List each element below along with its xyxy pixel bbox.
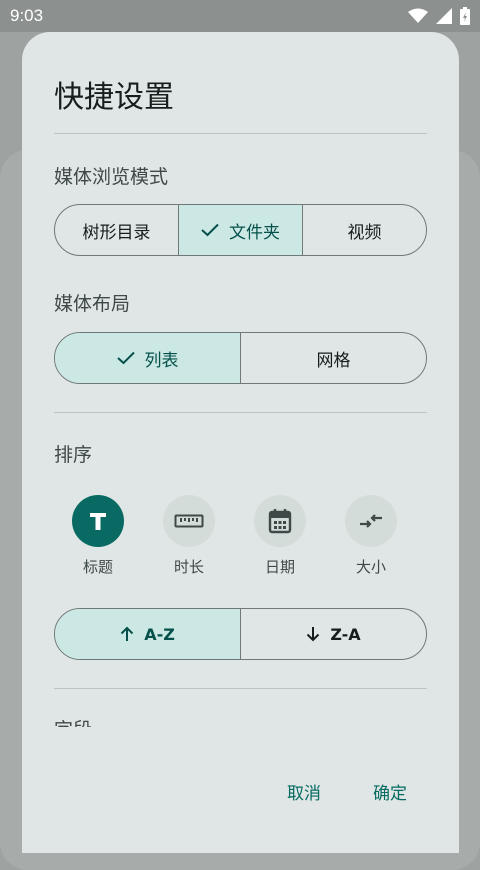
- option-label: 网格: [316, 350, 351, 371]
- cancel-button[interactable]: 取消: [287, 779, 321, 804]
- sort-field-label: 日期: [264, 558, 295, 576]
- confirm-button[interactable]: 确定: [373, 779, 407, 804]
- divider: [54, 688, 427, 689]
- layout-segmented: 列表 网格: [54, 332, 427, 384]
- title-icon: [90, 513, 106, 530]
- sort-size-option[interactable]: 大小: [331, 495, 411, 577]
- status-icons: [408, 7, 470, 25]
- battery-icon: [460, 7, 470, 25]
- option-label: Z-A: [330, 624, 361, 644]
- sort-title-option[interactable]: 标题: [58, 495, 138, 577]
- option-label: 文件夹: [229, 222, 280, 243]
- quick-settings-dialog: 快捷设置 媒体浏览模式 树形目录 文件夹 视频 媒体布局 列表 网格 排序 标题: [22, 32, 459, 853]
- browse-mode-tree-option[interactable]: 树形目录: [55, 205, 179, 255]
- layout-list-option[interactable]: 列表: [55, 333, 241, 383]
- sort-ascending-option[interactable]: A-Z: [55, 609, 241, 659]
- check-icon: [201, 223, 219, 237]
- option-label: 视频: [347, 222, 382, 243]
- browse-mode-video-option[interactable]: 视频: [303, 205, 426, 255]
- status-bar: 9:03: [0, 0, 480, 32]
- layout-label: 媒体布局: [54, 293, 131, 315]
- sort-descending-option[interactable]: Z-A: [241, 609, 426, 659]
- wifi-icon: [408, 8, 428, 23]
- calendar-icon: [268, 509, 292, 534]
- dialog-title: 快捷设置: [54, 80, 174, 115]
- sort-date-option[interactable]: 日期: [240, 495, 320, 577]
- option-label: 列表: [144, 350, 179, 371]
- browse-mode-folder-option[interactable]: 文件夹: [179, 205, 303, 255]
- sort-title-circle: [72, 495, 124, 547]
- arrow-up-icon: [120, 626, 134, 641]
- sort-duration-circle: [163, 495, 215, 547]
- option-label: A-Z: [144, 624, 175, 644]
- browse-mode-label: 媒体浏览模式: [54, 166, 169, 188]
- sort-field-label: 时长: [173, 558, 204, 576]
- arrow-down-icon: [307, 627, 320, 642]
- signal-icon: [436, 8, 452, 24]
- sort-field-label: 大小: [355, 558, 386, 576]
- sort-direction-segmented: A-Z Z-A: [54, 608, 427, 660]
- sort-size-circle: [345, 495, 397, 547]
- option-label: 树形目录: [82, 222, 151, 243]
- divider: [54, 133, 427, 134]
- check-icon: [116, 351, 135, 365]
- divider: [54, 412, 427, 413]
- ruler-icon: [174, 514, 204, 528]
- layout-grid-option[interactable]: 网格: [241, 333, 426, 383]
- fields-section-label: 字段: [54, 715, 92, 727]
- dialog-actions: 取消 确定: [287, 779, 407, 804]
- size-compare-icon: [360, 514, 382, 528]
- browse-mode-segmented: 树形目录 文件夹 视频: [54, 204, 427, 256]
- sort-label: 排序: [54, 444, 93, 466]
- sort-duration-option[interactable]: 时长: [149, 495, 229, 577]
- sort-date-circle: [254, 495, 306, 547]
- status-time: 9:03: [10, 6, 44, 25]
- sort-field-label: 标题: [82, 558, 113, 576]
